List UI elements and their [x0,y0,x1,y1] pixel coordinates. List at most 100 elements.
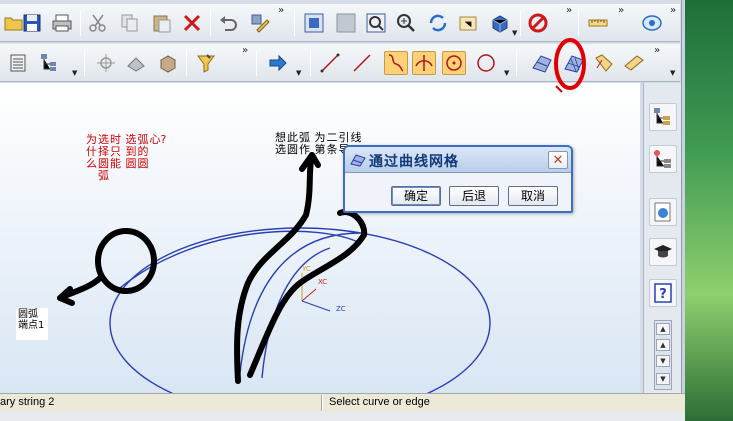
training-icon[interactable] [649,238,677,266]
scroll-down-button[interactable]: ▼ [656,355,670,367]
scroll-up-button[interactable]: ▲ [656,339,670,351]
markup-circle [95,228,157,294]
note-column: 为第 [314,131,326,156]
scroll-up-button[interactable]: ▲ [656,323,670,335]
help-icon[interactable]: ? [649,279,677,307]
axis-label-y: YC [302,265,311,273]
zoom-window-icon[interactable] [334,11,358,35]
zoom-icon[interactable] [364,11,388,35]
close-button[interactable]: ✕ [548,151,568,169]
toolbar-separator [210,10,211,36]
hide-icon[interactable] [526,11,550,35]
line2-icon[interactable] [350,51,374,75]
delete-icon[interactable] [180,11,204,35]
dialog-titlebar[interactable]: 通过曲线网格 ✕ [345,147,571,173]
undo-icon[interactable] [216,11,240,35]
part-tree-icon[interactable] [649,145,677,173]
dropdown-arrow[interactable]: ▼ [670,70,675,77]
circle-center-icon[interactable] [442,51,466,75]
spline-icon[interactable] [384,51,408,75]
axis-label-z: ZC [336,305,346,313]
note-column: 选择圆弧 [98,133,109,182]
select-filter-icon[interactable] [194,51,218,75]
arrow-right-icon[interactable] [266,51,290,75]
note-column: 弧作 [299,131,310,156]
edit-object-icon[interactable] [248,11,272,35]
status-divider [321,395,323,411]
note-column: 时只能 [110,133,121,170]
measure-icon[interactable] [586,11,610,35]
toolbar-separator [578,10,579,36]
toolbar-overflow-chevron[interactable]: » [566,6,572,16]
pan-icon[interactable] [456,11,480,35]
paste-icon[interactable] [150,11,174,35]
close-icon: ✕ [552,152,564,168]
nx-window: » ▼ » » » ▼ » ▼ ▼ » ▼ 为什么选择圆弧时只能 选到圆弧的圆心… [0,0,733,421]
layer-icon[interactable] [6,51,30,75]
ellipse-curve [109,227,491,393]
block-icon[interactable] [156,51,180,75]
line-icon[interactable] [318,51,342,75]
ok-button[interactable]: 确定 [391,186,441,206]
swept-icon[interactable] [592,51,616,75]
desktop-background [685,0,733,421]
note-column: 为什么 [86,133,97,170]
zoom-in-icon[interactable] [394,11,418,35]
part-navigator-icon[interactable] [38,51,62,75]
rotate-icon[interactable] [426,11,450,35]
toolbar-separator [80,10,81,36]
model-and-markup [57,152,491,393]
sidebar-scrollbar[interactable]: ▲ ▲ ▼ ▼ [654,320,672,390]
toolbar-overflow-chevron[interactable]: » [654,46,660,56]
copy-icon[interactable] [118,11,142,35]
graphics-window[interactable]: 为什么选择圆弧时只能 选到圆弧的圆心? 想选此圆弧作 为第二条引导线 圆弧端点1… [0,83,640,393]
dropdown-arrow[interactable]: ▼ [504,70,509,77]
note-column: 此圆 [287,131,298,156]
toolbar-separator [520,10,521,36]
print-icon[interactable] [50,11,74,35]
markup-stroke-2 [247,209,368,378]
note-column: 想选 [275,131,286,156]
toolbar-overflow-chevron[interactable]: » [618,6,624,16]
base-ellipse [109,227,491,393]
window-bottom-edge [0,412,685,421]
cut-icon[interactable] [86,11,110,35]
toolbar-overflow-chevron[interactable]: » [670,6,676,16]
datum-plane-icon[interactable] [124,51,148,75]
bounded-plane-icon[interactable] [622,51,646,75]
toolbar-separator [84,50,85,76]
point-icon[interactable] [94,51,118,75]
note-column: 线 [350,131,362,144]
toolbar-separator [256,50,257,76]
toolbar-overflow-chevron[interactable]: » [278,6,284,16]
through-curve-mesh-dialog: 通过曲线网格 ✕ 确定 后退 取消 [343,145,573,213]
toolbar-separator [516,50,517,76]
note-column: 心? [149,133,167,146]
note-column: 弧的圆 [137,133,149,170]
toolbar-separator [310,50,311,76]
status-prompt: Select curve or edge [329,396,430,408]
back-button[interactable]: 后退 [449,186,499,206]
web-browser-icon[interactable] [649,198,677,226]
cancel-button[interactable]: 取消 [508,186,558,206]
note-column: 二条 [326,131,338,156]
shaded-icon[interactable] [488,11,512,35]
circle-icon[interactable] [474,51,498,75]
dropdown-arrow[interactable]: ▼ [512,30,517,37]
status-left: ary string 2 [0,396,55,408]
dropdown-arrow[interactable]: ▼ [72,70,77,77]
save-icon[interactable] [20,11,44,35]
svg-text:?: ? [659,287,667,302]
endpoint-label: 圆弧端点1 [16,308,48,340]
scroll-down-button[interactable]: ▼ [656,373,670,385]
fit-view-icon[interactable] [302,11,326,35]
toolbar-separator [186,50,187,76]
toolbar-overflow-chevron[interactable]: » [242,46,248,56]
analysis-icon[interactable] [640,11,664,35]
status-bar: ary string 2 Select curve or edge [0,393,685,412]
assembly-navigator-icon[interactable] [649,103,677,131]
dropdown-arrow[interactable]: ▼ [296,70,301,77]
cross-icon[interactable] [412,51,436,75]
toolbar-separator [294,10,295,36]
dialog-title: 通过曲线网格 [369,154,459,170]
